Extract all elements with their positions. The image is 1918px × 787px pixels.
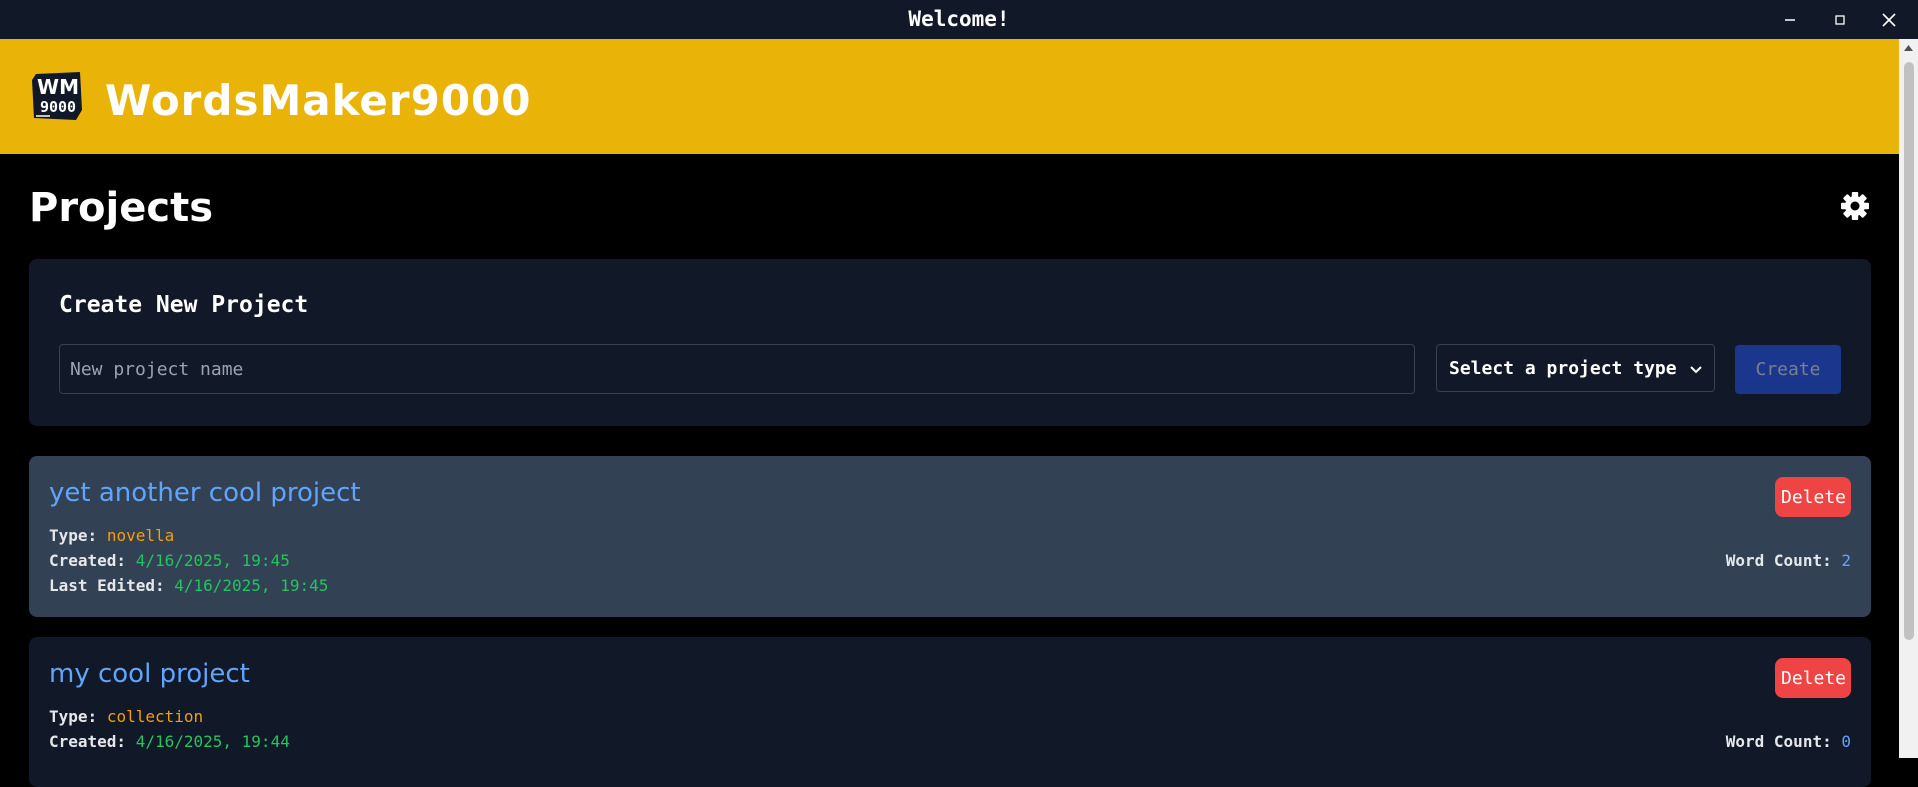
last-edited-label: Last Edited: [49,576,165,595]
word-count-row: Word Count: 0 [1726,729,1851,754]
svg-text:WM: WM [37,75,79,99]
close-icon[interactable] [1866,0,1912,39]
project-title-link[interactable]: my cool project [49,657,250,691]
project-type-selected: Select a project type [1449,357,1677,379]
word-count-row: Word Count: 2 [1726,548,1851,573]
word-count-value: 0 [1841,732,1851,751]
delete-button[interactable]: Delete [1775,658,1851,698]
gear-icon[interactable] [1840,191,1870,221]
app-header: WM 9000 WordsMaker9000 [0,39,1899,154]
project-edited-row: Last Edited: 4/16/2025, 19:45 [49,573,328,598]
svg-text:9000: 9000 [40,98,76,116]
delete-button[interactable]: Delete [1775,477,1851,517]
create-project-card: Create New Project Select a project type… [29,259,1871,426]
word-count-label: Word Count: [1725,551,1832,570]
window-title: Welcome! [908,7,1010,31]
project-type-value: novella [106,526,175,545]
scroll-up-arrow-icon[interactable] [1899,39,1918,56]
page-title: Projects [29,185,214,231]
project-type-row: Type: novella [49,523,174,548]
project-type-select[interactable]: Select a project type [1436,344,1715,392]
project-created-row: Created: 4/16/2025, 19:45 [49,548,290,573]
create-button[interactable]: Create [1735,345,1841,394]
project-edited-value: 4/16/2025, 19:45 [174,576,329,595]
scrollbar-thumb[interactable] [1904,62,1914,640]
maximize-icon[interactable] [1817,0,1863,39]
project-created-value: 4/16/2025, 19:44 [135,732,290,751]
created-label: Created: [49,551,127,570]
project-type-row: Type: collection [49,704,203,729]
chevron-down-icon [1690,358,1702,379]
word-count-value: 2 [1841,551,1851,570]
created-label: Created: [49,732,127,751]
minimize-icon[interactable] [1767,0,1813,39]
window-titlebar: Welcome! [0,0,1918,39]
type-label: Type: [49,707,98,726]
project-created-row: Created: 4/16/2025, 19:44 [49,729,290,754]
project-card[interactable]: yet another cool project Delete Type: no… [29,456,1871,617]
project-type-value: collection [106,707,204,726]
create-project-title: Create New Project [59,292,309,318]
app-logo: WM 9000 [30,70,86,122]
type-label: Type: [49,526,98,545]
app-name: WordsMaker9000 [105,76,532,125]
project-name-input[interactable] [59,344,1415,394]
project-title-link[interactable]: yet another cool project [49,476,361,510]
project-created-value: 4/16/2025, 19:45 [135,551,290,570]
project-card[interactable]: my cool project Delete Type: collection … [29,637,1871,787]
word-count-label: Word Count: [1725,732,1832,751]
